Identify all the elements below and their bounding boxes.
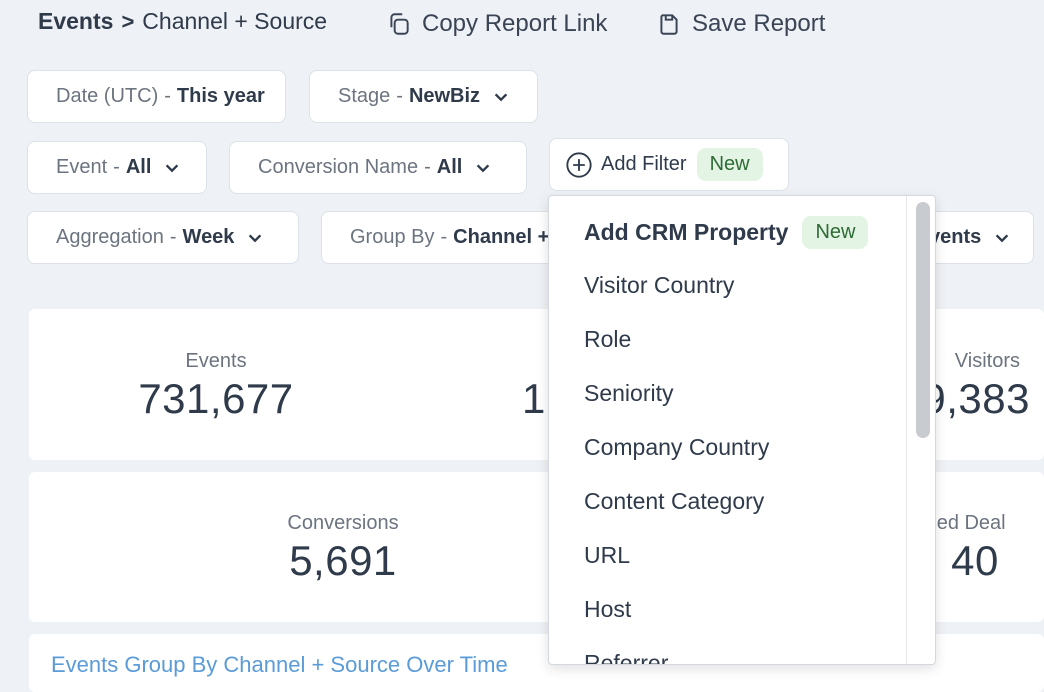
dropdown-item[interactable]: Host [549,582,907,636]
group-by-filter-label: Group By [350,226,435,248]
event-filter-label: Event [56,156,108,178]
date-filter[interactable]: Date (UTC) - This year [27,70,286,123]
aggregation-filter-value: Week [182,226,235,248]
date-filter-value: This year [176,85,265,107]
dropdown-scrollbar[interactable] [906,196,935,664]
group-by-filter[interactable]: Group By - Channel + [321,211,561,264]
dropdown-item[interactable]: Role [549,312,907,366]
event-filter-value: All [125,156,152,178]
plus-circle-icon [566,151,592,178]
conversion-name-filter-label: Conversion Name [258,156,419,178]
chevron-down-icon [249,233,262,242]
events-stat-label: Events [185,350,247,372]
dropdown-item[interactable]: Visitor Country [549,258,907,312]
conversion-name-filter[interactable]: Conversion Name - All [229,141,527,194]
conversions-stat-value: 5,691 [289,537,397,584]
group-by-filter-value: Channel + [453,226,550,248]
visitors-stat-label: Visitors [954,350,1020,372]
conversion-name-filter-value: All [436,156,463,178]
dropdown-item[interactable]: Company Country [549,420,907,474]
new-badge: New [696,148,763,181]
copy-report-link-button[interactable]: Copy Report Link [386,10,607,38]
add-crm-property-label: Add CRM Property [584,218,789,245]
stage-filter-label: Stage [338,85,391,107]
aggregation-filter[interactable]: Aggregation - Week [27,211,299,264]
dropdown-item[interactable]: Referrer [549,636,907,665]
conversions-stat-label: Conversions [287,512,399,534]
save-report-label: Save Report [692,10,826,37]
chart-title[interactable]: Events Group By Channel + Source Over Ti… [51,652,508,678]
aggregation-filter-label: Aggregation [56,226,164,248]
add-filter-label: Add Filter [601,153,687,175]
breadcrumb-separator: > [121,8,135,34]
partial-filter-value: vents [929,226,982,248]
stage-filter-value: NewBiz [408,85,481,107]
influenced-deals-stat-value: 40 [951,537,999,584]
breadcrumb: Events > Channel + Source [38,8,327,35]
events-stat-value: 731,677 [138,375,294,422]
dropdown-item[interactable]: Seniority [549,366,907,420]
add-filter-button[interactable]: Add Filter New [549,138,789,191]
copy-report-link-label: Copy Report Link [422,10,608,37]
dropdown-scrollbar-thumb[interactable] [916,202,930,438]
event-filter[interactable]: Event - All [27,141,207,194]
dropdown-item[interactable]: URL [549,528,907,582]
breadcrumb-current: Channel + Source [142,8,328,34]
chevron-down-icon [494,92,508,101]
dropdown-list: Add CRM Property New Visitor Country Rol… [549,196,907,665]
date-filter-label: Date (UTC) [56,85,159,107]
new-badge: New [802,215,869,249]
chevron-down-icon [166,163,179,172]
copy-icon [390,13,409,35]
dropdown-item[interactable]: Content Category [549,474,907,528]
save-report-button[interactable]: Save Report [656,10,825,38]
add-filter-dropdown: Add CRM Property New Visitor Country Rol… [548,195,936,665]
stage-filter[interactable]: Stage - NewBiz [309,70,538,123]
chevron-down-icon [477,163,490,172]
breadcrumb-root[interactable]: Events [38,8,113,35]
chevron-down-icon [996,233,1009,242]
save-icon [660,14,678,35]
